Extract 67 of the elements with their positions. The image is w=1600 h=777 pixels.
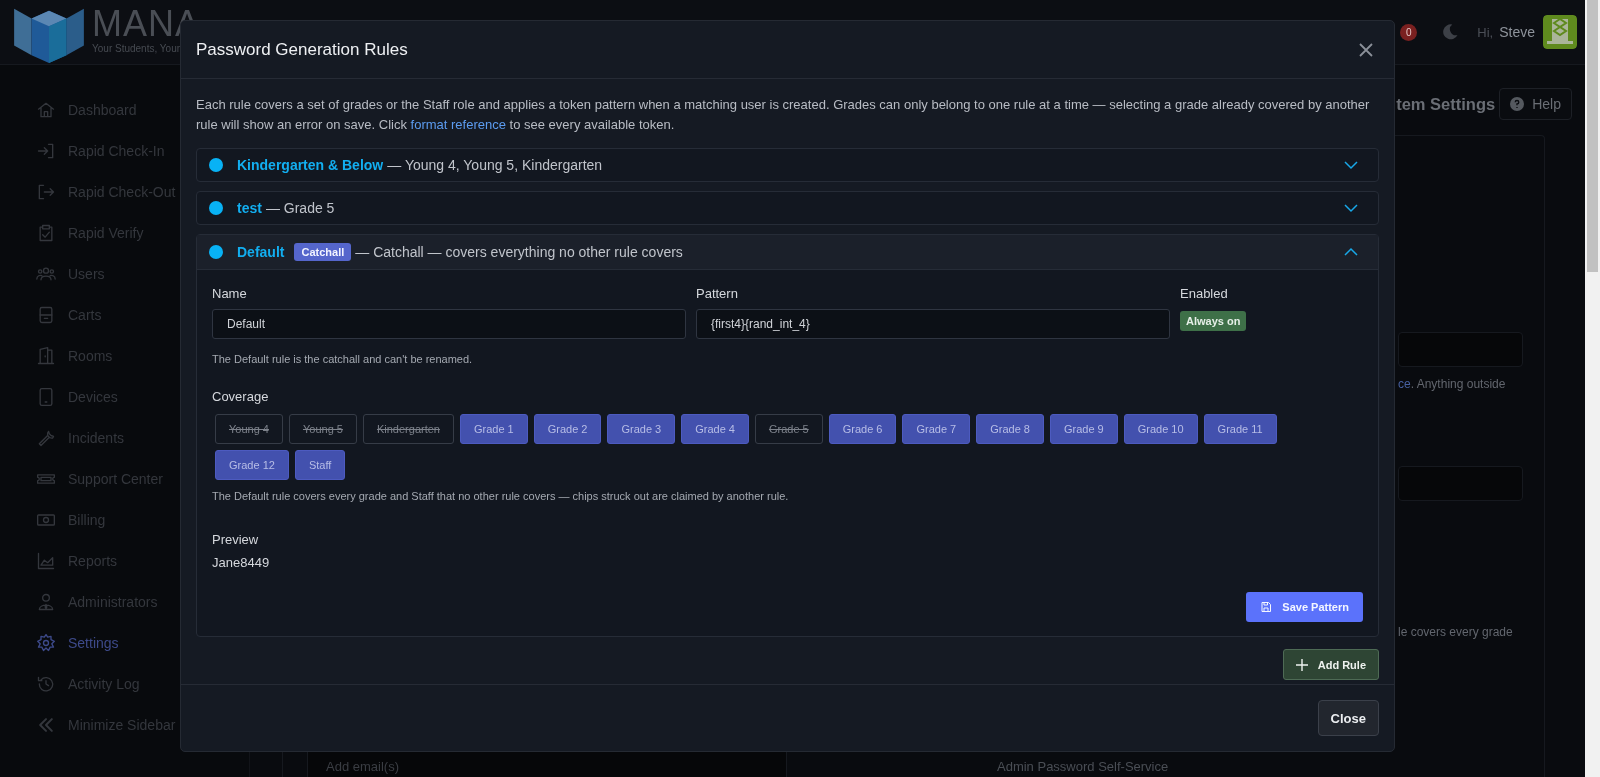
moon-icon[interactable] (1441, 23, 1460, 41)
grade-chip[interactable]: Grade 10 (1123, 414, 1198, 444)
status-badge: Always on (1180, 311, 1247, 331)
field-label: Name (212, 286, 248, 301)
intro-paragraph: Each rule covers a set of grades or the Staff role and applies a token pattern when a matching user is created. Grades can only belong to one rule at a time — selecting a grade already covered by another rule will show an error on save. Click format reference to see every available token. (196, 96, 1371, 134)
question-icon (1510, 97, 1525, 111)
catchall-badge: Catchall (294, 243, 352, 261)
field-label: Coverage (212, 389, 270, 404)
greeting: Hi, (1477, 24, 1494, 40)
grade-chip[interactable]: Young 4 (215, 414, 283, 444)
rule-name: Kindergarten & Below (237, 157, 384, 173)
modal-title: Password Generation Rules (196, 39, 408, 60)
grade-chip[interactable]: Grade 3 (607, 414, 676, 444)
plus-icon (1295, 658, 1308, 671)
rule-name: test (237, 200, 262, 216)
rule-summary: — Young 4, Young 5, Kindergarten (387, 157, 603, 173)
avatar-icon[interactable] (1543, 15, 1577, 49)
hint-text: le covers every grade (1398, 625, 1514, 639)
help-text: The Default rule is the catchall and can't be renamed. (212, 353, 474, 365)
scrollbar[interactable] (1585, 0, 1600, 777)
rule-summary: — Catchall — covers everything no other rule covers (355, 244, 683, 260)
grade-chip[interactable]: Grade 8 (976, 414, 1044, 444)
help-button[interactable]: Help (1499, 88, 1572, 120)
status-dot (209, 245, 223, 259)
grade-chip[interactable]: Grade 11 (1203, 414, 1277, 444)
grade-chip[interactable]: Grade 12 (215, 450, 289, 480)
add-rule-button[interactable]: Add Rule (1282, 649, 1379, 680)
status-dot (209, 158, 223, 172)
user-name: Steve (1499, 24, 1535, 40)
grade-chip[interactable]: Grade 6 (828, 414, 897, 444)
help-text: The Default rule covers every grade and Staff that no other rule covers — chips struck out are claimed by another rule. (212, 490, 790, 502)
door-icon (36, 345, 56, 366)
section-label: Admin Password Self-Service (997, 758, 1169, 774)
grade-chip[interactable]: Young 5 (289, 414, 357, 444)
person-icon (36, 591, 56, 612)
chevron-down-icon (1344, 158, 1358, 172)
field-label: Enabled (1180, 286, 1229, 301)
grade-chip[interactable]: Grade 9 (1049, 414, 1118, 444)
status-dot (209, 201, 223, 215)
gear-icon (36, 632, 56, 653)
rule-summary: — Grade 5 (265, 200, 335, 216)
grade-chip[interactable]: Grade 2 (533, 414, 602, 444)
preview-value: Jane8449 (212, 555, 271, 570)
name-input[interactable]: Default (212, 309, 686, 339)
logo-tagline: Your Students, Your (92, 42, 181, 54)
format-reference-link[interactable]: format reference (410, 117, 506, 132)
hint-text: ce. Anything outside (1398, 377, 1507, 391)
chevron-down-icon (1344, 201, 1358, 215)
pattern-input[interactable]: {first4}{rand_int_4} (696, 309, 1170, 339)
grade-chip[interactable]: Grade 1 (459, 414, 528, 444)
grade-chip[interactable]: Grade 5 (754, 414, 823, 444)
close-button[interactable]: Close (1317, 700, 1379, 736)
grade-chip[interactable]: Grade 7 (902, 414, 971, 444)
rule-header[interactable]: Kindergarten & Below — Young 4, Young 5, Kindergarten (197, 149, 1378, 181)
rule-header[interactable]: test — Grade 5 (197, 192, 1378, 224)
field-label: Preview (212, 532, 260, 547)
page-title: tem Settings (1396, 94, 1496, 114)
rule-header[interactable]: Default Catchall — Catchall — covers everything no other rule covers (197, 235, 1378, 270)
grade-chip[interactable]: Staff (294, 450, 346, 480)
field-label: Pattern (696, 286, 739, 301)
grade-chip[interactable]: Grade 4 (681, 414, 749, 444)
chart-icon (36, 550, 56, 571)
sidebar-item[interactable]: Settings (12, 622, 249, 663)
rule-name: Default (237, 244, 285, 260)
grade-chip[interactable]: Kindergarten (362, 414, 454, 444)
save-pattern-button[interactable]: Save Pattern (1246, 592, 1363, 622)
notification-badge[interactable]: 0 (1400, 23, 1418, 41)
